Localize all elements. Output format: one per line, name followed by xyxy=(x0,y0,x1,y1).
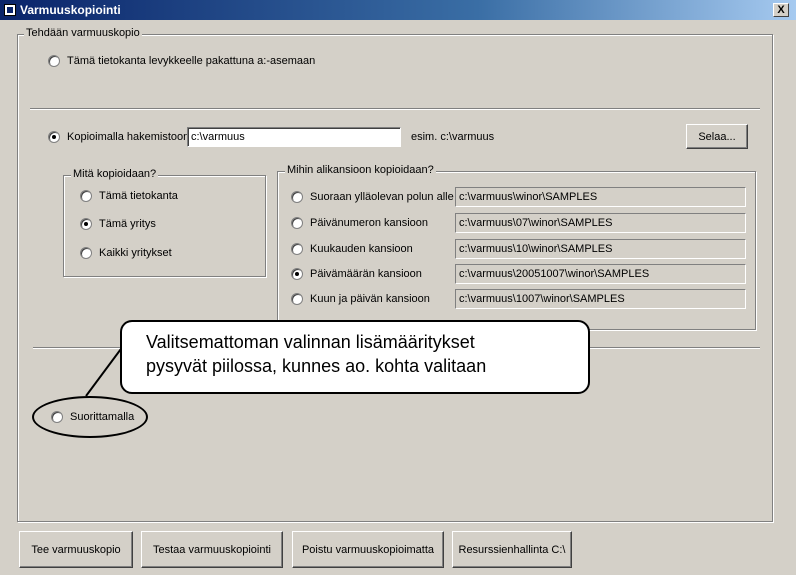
subfolder-monthday-path: c:\varmuus\1007\winor\SAMPLES xyxy=(455,289,746,309)
radio-floppy-dot[interactable] xyxy=(48,55,60,67)
test-button[interactable]: Testaa varmuuskopiointi xyxy=(141,531,283,568)
radio-subfolder-daynum-label: Päivänumeron kansioon xyxy=(310,217,429,229)
radio-subfolder-daynum[interactable]: Päivänumeron kansioon xyxy=(291,217,428,229)
radio-what-all-dot[interactable] xyxy=(80,247,92,259)
subfolder-direct-path: c:\varmuus\winor\SAMPLES xyxy=(455,187,746,207)
radio-subfolder-monthday[interactable]: Kuun ja päivän kansioon xyxy=(291,293,430,305)
radio-what-database[interactable]: Tämä tietokanta xyxy=(80,190,178,202)
radio-what-database-dot[interactable] xyxy=(80,190,92,202)
title-bar[interactable]: Varmuuskopiointi X xyxy=(0,0,796,20)
radio-directory-dot[interactable] xyxy=(48,131,60,143)
radio-directory-label: Kopioimalla hakemistoon xyxy=(67,131,190,143)
annotation-ellipse xyxy=(32,396,148,438)
subfolder-daynum-path: c:\varmuus\07\winor\SAMPLES xyxy=(455,213,746,233)
radio-what-all[interactable]: Kaikki yritykset xyxy=(80,247,172,259)
subfolder-month-path: c:\varmuus\10\winor\SAMPLES xyxy=(455,239,746,259)
radio-directory[interactable]: Kopioimalla hakemistoon xyxy=(48,131,189,143)
directory-path-input[interactable] xyxy=(187,127,401,147)
radio-subfolder-month[interactable]: Kuukauden kansioon xyxy=(291,243,413,255)
close-button[interactable]: X xyxy=(773,3,789,17)
radio-subfolder-direct-label: Suoraan ylläolevan polun alle xyxy=(310,191,454,203)
radio-subfolder-direct-dot[interactable] xyxy=(291,191,303,203)
callout-line-2: pysyvät piilossa, kunnes ao. kohta valit… xyxy=(146,356,487,376)
radio-subfolder-date-label: Päivämäärän kansioon xyxy=(310,268,422,280)
radio-what-company-dot[interactable] xyxy=(80,218,92,230)
radio-what-company-label: Tämä yritys xyxy=(99,218,156,230)
radio-subfolder-monthday-dot[interactable] xyxy=(291,293,303,305)
exit-button[interactable]: Poistu varmuuskopioimatta xyxy=(292,531,444,568)
subfolder-group-legend: Mihin alikansioon kopioidaan? xyxy=(285,164,436,176)
directory-example-text: esim. c:\varmuus xyxy=(411,131,495,143)
main-group-legend: Tehdään varmuuskopio xyxy=(24,27,142,39)
annotation-callout: Valitsemattoman valinnan lisämääritykset… xyxy=(120,320,590,394)
radio-what-database-label: Tämä tietokanta xyxy=(99,190,178,202)
callout-line-1: Valitsemattoman valinnan lisämääritykset xyxy=(146,332,475,352)
radio-subfolder-daynum-dot[interactable] xyxy=(291,217,303,229)
backup-button[interactable]: Tee varmuuskopio xyxy=(19,531,133,568)
radio-subfolder-month-label: Kuukauden kansioon xyxy=(310,243,413,255)
app-icon xyxy=(4,4,16,16)
window-title: Varmuuskopiointi xyxy=(20,3,121,17)
radio-floppy-label: Tämä tietokanta levykkeelle pakattuna a:… xyxy=(67,55,316,67)
subfolder-date-path: c:\varmuus\20051007\winor\SAMPLES xyxy=(455,264,746,284)
separator-top xyxy=(30,108,760,110)
radio-what-all-label: Kaikki yritykset xyxy=(99,247,172,259)
radio-subfolder-direct[interactable]: Suoraan ylläolevan polun alle xyxy=(291,191,454,203)
radio-subfolder-date-dot[interactable] xyxy=(291,268,303,280)
explorer-button[interactable]: Resurssienhallinta C:\ xyxy=(452,531,572,568)
radio-subfolder-month-dot[interactable] xyxy=(291,243,303,255)
radio-subfolder-monthday-label: Kuun ja päivän kansioon xyxy=(310,293,430,305)
browse-button[interactable]: Selaa... xyxy=(686,124,748,149)
radio-subfolder-date[interactable]: Päivämäärän kansioon xyxy=(291,268,422,280)
radio-what-company[interactable]: Tämä yritys xyxy=(80,218,156,230)
radio-floppy[interactable]: Tämä tietokanta levykkeelle pakattuna a:… xyxy=(48,55,315,67)
what-group-legend: Mitä kopioidaan? xyxy=(71,168,159,180)
